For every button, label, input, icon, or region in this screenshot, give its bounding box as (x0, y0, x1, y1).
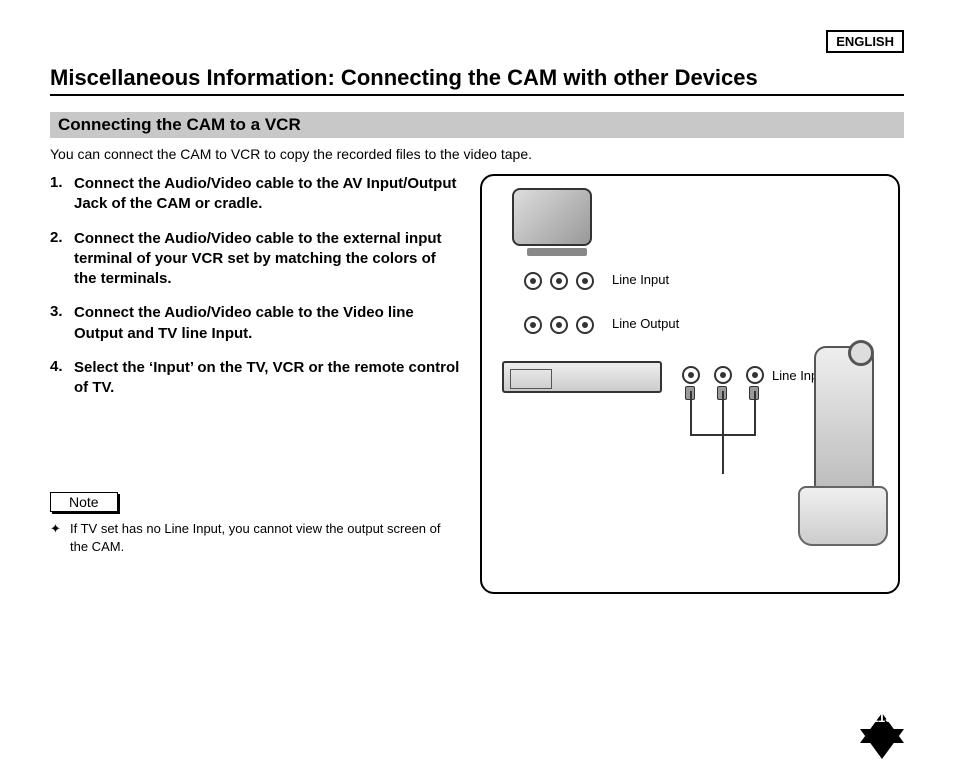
page-number-badge: 113 (860, 713, 904, 759)
content-row: 1. Connect the Audio/Video cable to the … (50, 174, 904, 594)
diagram-label: Line Output (612, 316, 679, 331)
rca-connector-icon (524, 272, 542, 290)
camera-lens (848, 340, 874, 366)
tv-screen (512, 188, 592, 246)
note-label-box: Note (50, 492, 118, 512)
language-badge: ENGLISH (826, 30, 904, 53)
triangle-down-icon (860, 729, 904, 759)
page-title: Miscellaneous Information: Connecting th… (50, 65, 904, 91)
cable-line (690, 391, 692, 436)
right-column: Line Input Line Output Line Input (480, 174, 900, 594)
diagram-label: Line Input (612, 272, 669, 287)
title-divider (50, 94, 904, 96)
step-item: 4. Select the ‘Input’ on the TV, VCR or … (50, 358, 460, 399)
step-item: 1. Connect the Audio/Video cable to the … (50, 174, 460, 215)
step-text: Connect the Audio/Video cable to the AV … (74, 174, 460, 215)
step-number: 2. (50, 229, 74, 290)
step-text: Connect the Audio/Video cable to the Vid… (74, 303, 460, 344)
rca-connector-icon (576, 316, 594, 334)
note-bullet-icon: ✦ (50, 520, 70, 555)
note-text: If TV set has no Line Input, you cannot … (70, 520, 460, 555)
camera-cradle (798, 486, 888, 546)
step-item: 3. Connect the Audio/Video cable to the … (50, 303, 460, 344)
cable-line (754, 391, 756, 436)
rca-connector-icon (550, 272, 568, 290)
rca-connector-icon (550, 316, 568, 334)
tv-icon (512, 188, 602, 260)
step-number: 1. (50, 174, 74, 215)
rca-connector-icon (576, 272, 594, 290)
step-text: Select the ‘Input’ on the TV, VCR or the… (74, 358, 460, 399)
connector-row-2 (524, 316, 594, 334)
rca-connector-icon (524, 316, 542, 334)
camera-icon (808, 346, 880, 546)
rca-connector-icon (714, 366, 732, 384)
tv-base (527, 248, 587, 256)
page-footer: 113 (860, 713, 904, 759)
step-item: 2. Connect the Audio/Video cable to the … (50, 229, 460, 290)
cable-down (722, 434, 724, 474)
step-number: 3. (50, 303, 74, 344)
vcr-icon (502, 361, 662, 393)
note-item: ✦ If TV set has no Line Input, you canno… (50, 520, 460, 555)
rca-connector-icon (746, 366, 764, 384)
connector-row-1 (524, 272, 594, 290)
cable-line (722, 391, 724, 436)
connection-diagram: Line Input Line Output Line Input (480, 174, 900, 594)
rca-connector-icon (682, 366, 700, 384)
connector-row-3 (682, 366, 764, 384)
step-list: 1. Connect the Audio/Video cable to the … (50, 174, 460, 398)
page-number: 113 (872, 710, 893, 725)
left-column: 1. Connect the Audio/Video cable to the … (50, 174, 460, 594)
camera-body (814, 346, 874, 496)
intro-text: You can connect the CAM to VCR to copy t… (50, 146, 904, 162)
step-number: 4. (50, 358, 74, 399)
step-text: Connect the Audio/Video cable to the ext… (74, 229, 460, 290)
section-heading: Connecting the CAM to a VCR (50, 112, 904, 138)
